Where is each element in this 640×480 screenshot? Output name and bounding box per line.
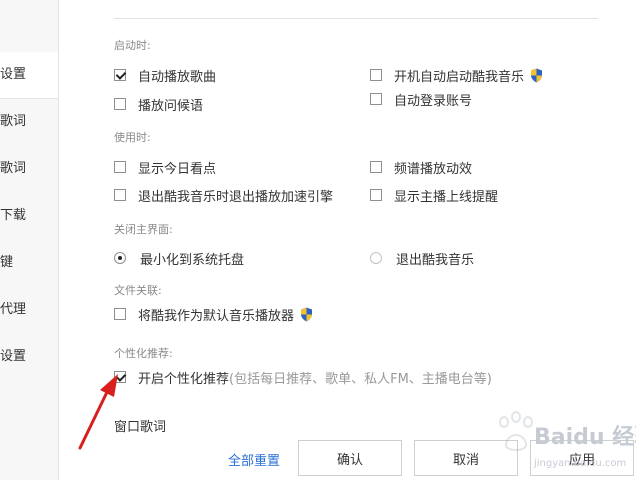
option-label: 频谱播放动效: [394, 161, 473, 177]
section-title-window-lyrics: 窗口歌词: [114, 420, 167, 435]
sidebar-divider: [0, 98, 58, 99]
sidebar-item-label: 设置: [0, 67, 27, 82]
watermark-url: jingyan.baidu.com: [533, 458, 626, 469]
sidebar-item-general-settings[interactable]: 设置: [0, 52, 58, 98]
sidebar-item-other-settings[interactable]: 设置: [0, 347, 58, 367]
auto-login-checkbox[interactable]: [370, 93, 382, 105]
option-label: 将酷我作为默认音乐播放器: [138, 308, 295, 324]
option-label: 播放问候语: [138, 98, 204, 114]
option-label: 开机自动启动酷我音乐: [394, 69, 525, 85]
confirm-button[interactable]: 确认: [298, 440, 402, 476]
option-label: 显示今日看点: [138, 161, 217, 177]
section-title-close-main: 关闭主界面:: [114, 223, 173, 236]
option-show-today-highlights[interactable]: 显示今日看点: [114, 157, 216, 177]
uac-shield-icon: [301, 307, 313, 321]
option-launch-on-boot[interactable]: 开机自动启动酷我音乐: [370, 65, 543, 85]
sidebar-item-hotkeys[interactable]: 键: [0, 253, 58, 273]
option-label: 自动登录账号: [394, 93, 473, 109]
option-exit-app[interactable]: 退出酷我音乐: [370, 248, 474, 268]
show-today-highlights-checkbox[interactable]: [114, 161, 126, 173]
host-online-alert-checkbox[interactable]: [370, 189, 382, 201]
option-autoplay-songs[interactable]: 自动播放歌曲: [114, 65, 216, 85]
option-auto-login[interactable]: 自动登录账号: [370, 89, 472, 109]
option-label: 最小化到系统托盘: [140, 252, 245, 268]
uac-shield-icon: [531, 68, 543, 82]
settings-sidebar: 设置 歌词 歌词 下载 键 代理 设置: [0, 0, 59, 480]
option-default-player[interactable]: 将酷我作为默认音乐播放器: [114, 304, 313, 324]
option-exit-accel-engine[interactable]: 退出酷我音乐时退出播放加速引擎: [114, 185, 333, 205]
autoplay-songs-checkbox[interactable]: [114, 69, 126, 81]
sidebar-item-label: 下载: [0, 208, 27, 223]
option-note: (包括每日推荐、歌单、私人FM、主播电台等): [229, 371, 492, 387]
sidebar-item-label: 设置: [0, 349, 27, 364]
minimize-to-tray-radio[interactable]: [114, 252, 126, 264]
sidebar-item-lyrics[interactable]: 歌词: [0, 112, 58, 132]
exit-accel-engine-checkbox[interactable]: [114, 189, 126, 201]
launch-on-boot-checkbox[interactable]: [370, 69, 382, 81]
option-minimize-to-tray[interactable]: 最小化到系统托盘: [114, 248, 244, 268]
section-title-file-assoc: 文件关联:: [114, 284, 162, 297]
exit-app-radio[interactable]: [370, 252, 382, 264]
sidebar-top-area: [0, 0, 58, 52]
sidebar-item-download[interactable]: 下载: [0, 206, 58, 226]
default-player-checkbox[interactable]: [114, 308, 126, 320]
option-spectrum-animation[interactable]: 频谱播放动效: [370, 157, 472, 177]
option-play-greeting[interactable]: 播放问候语: [114, 94, 203, 114]
sidebar-item-label: 歌词: [0, 161, 27, 176]
top-divider: [114, 18, 598, 19]
play-greeting-checkbox[interactable]: [114, 98, 126, 110]
option-personalized-recommendation[interactable]: 开启个性化推荐 (包括每日推荐、歌单、私人FM、主播电台等): [114, 367, 492, 387]
reset-all-link[interactable]: 全部重置: [228, 450, 280, 469]
option-label: 开启个性化推荐: [138, 371, 230, 387]
annotation-arrow-icon: [78, 374, 118, 450]
option-label: 自动播放歌曲: [138, 69, 217, 85]
sidebar-item-desktop-lyrics[interactable]: 歌词: [0, 159, 58, 179]
section-title-startup: 启动时:: [114, 39, 151, 52]
section-title-usage: 使用时:: [114, 131, 151, 144]
option-label: 显示主播上线提醒: [394, 189, 499, 205]
option-label: 退出酷我音乐: [396, 252, 475, 268]
sidebar-item-label: 歌词: [0, 114, 27, 129]
baidu-jingyan-watermark: Baidu 经验 jingyan.baidu.com: [499, 411, 636, 469]
watermark-brand: Baidu 经验: [534, 424, 636, 450]
option-label: 退出酷我音乐时退出播放加速引擎: [138, 189, 334, 205]
spectrum-animation-checkbox[interactable]: [370, 161, 382, 173]
sidebar-item-label: 代理: [0, 302, 27, 317]
option-host-online-alert[interactable]: 显示主播上线提醒: [370, 185, 498, 205]
sidebar-item-label: 键: [0, 255, 14, 270]
section-title-personalization: 个性化推荐:: [114, 347, 173, 360]
sidebar-item-proxy[interactable]: 代理: [0, 300, 58, 320]
